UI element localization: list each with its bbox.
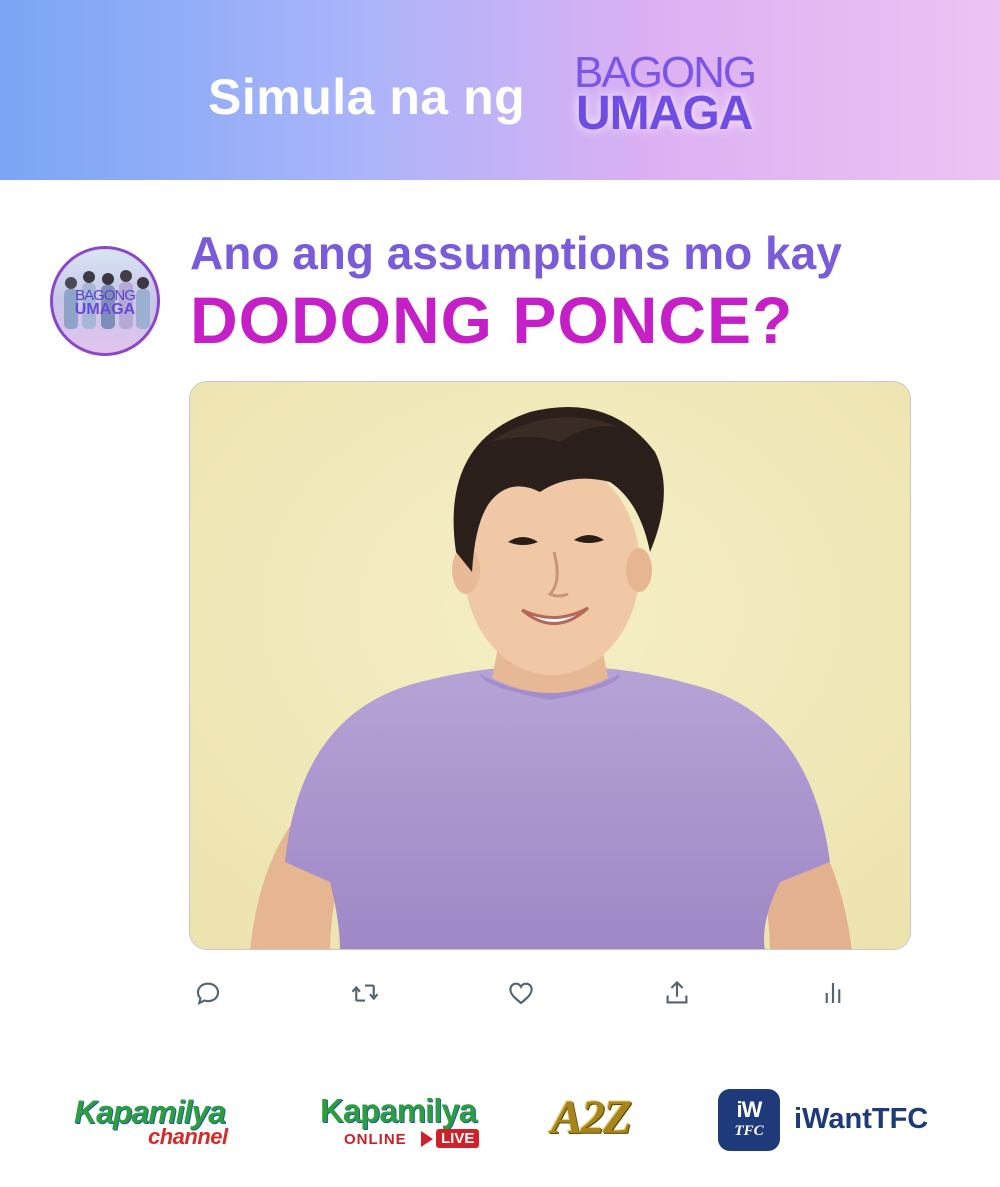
post-photo[interactable]: [189, 381, 911, 950]
post-headline-line2: DODONG PONCE?: [190, 283, 794, 357]
avatar-logo-bottom: UMAGA: [74, 301, 136, 318]
share-button[interactable]: [662, 978, 692, 1008]
iwanttfc-icon-bottom: TFC: [734, 1123, 764, 1139]
analytics-button[interactable]: [818, 978, 848, 1008]
header-banner: Simula na ng BAGONG UMAGA: [0, 0, 1000, 180]
live-badge: LIVE: [436, 1129, 480, 1148]
iwanttfc-app-icon: iW TFC: [718, 1089, 780, 1151]
play-icon: [421, 1131, 433, 1147]
logo-text-bottom: UMAGA: [576, 87, 753, 140]
reply-icon: [196, 982, 220, 1005]
kapamilya-channel-logo-bottom: channel: [148, 1124, 228, 1149]
kapamilya-online-logo-top: Kapamilya: [320, 1092, 477, 1129]
a2z-logo: A2Z: [551, 1091, 632, 1144]
account-avatar[interactable]: BAGONG UMAGA: [50, 246, 160, 356]
kapamilya-online-label: ONLINE: [344, 1131, 407, 1148]
like-button[interactable]: [506, 978, 536, 1008]
like-icon: [509, 982, 533, 1005]
banner-tagline: Simula na ng: [208, 69, 526, 125]
iwanttfc-icon-top: iW: [736, 1097, 763, 1122]
bagong-umaga-logo: BAGONG UMAGA: [574, 48, 794, 144]
iwanttfc-wordmark: iWantTFC: [794, 1103, 929, 1135]
analytics-icon: [825, 983, 841, 1003]
post-headline-line1: Ano ang assumptions mo kay: [190, 227, 842, 279]
person-photo-illustration: [190, 382, 910, 949]
reply-button[interactable]: [193, 978, 223, 1008]
retweet-icon: [351, 984, 379, 1002]
share-icon: [666, 980, 688, 1004]
retweet-button[interactable]: [350, 978, 380, 1008]
